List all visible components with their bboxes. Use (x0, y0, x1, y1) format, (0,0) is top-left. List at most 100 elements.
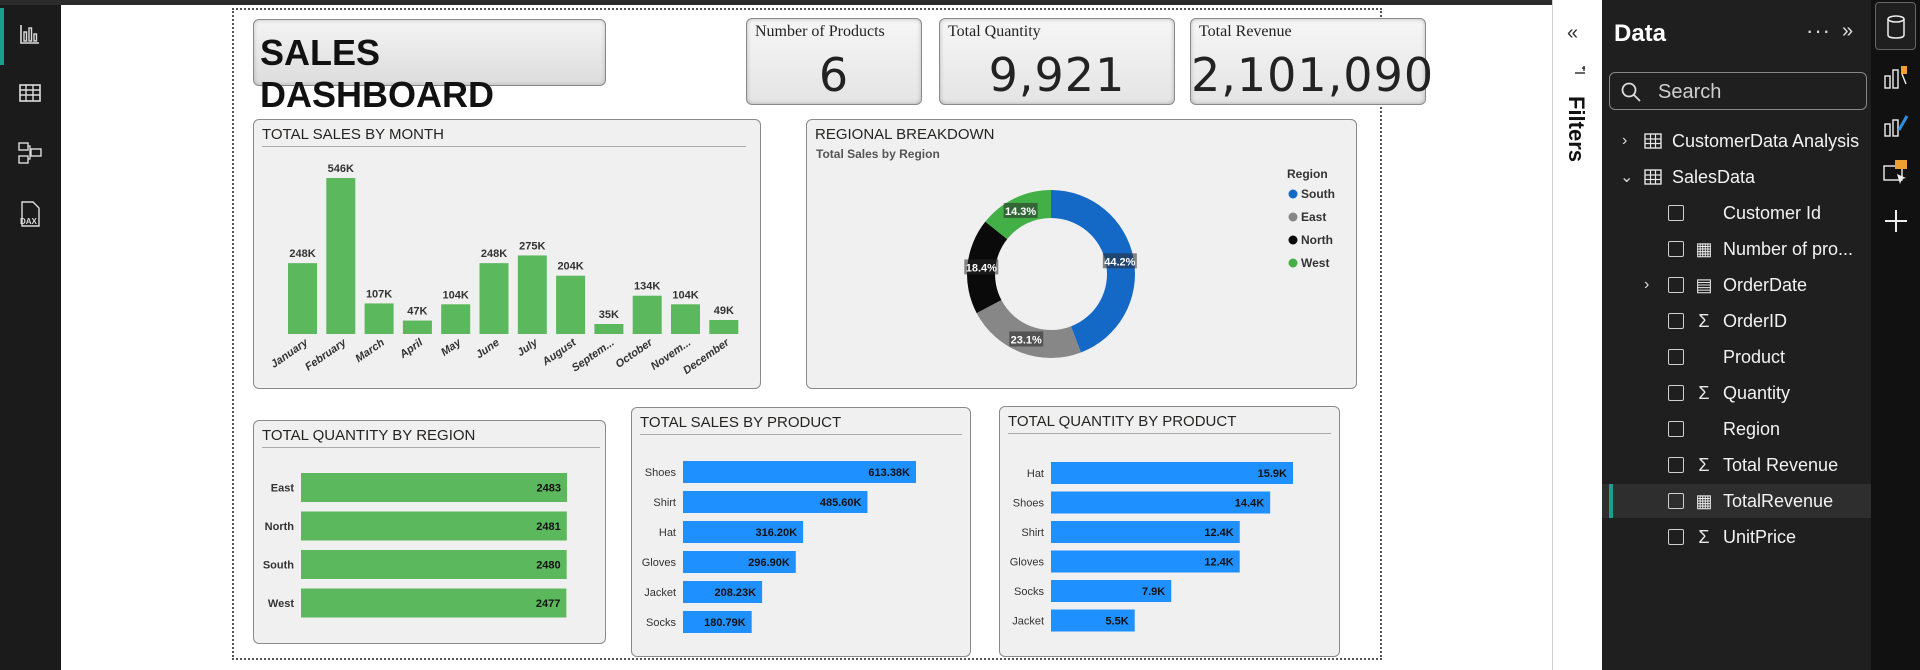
month-bar (517, 255, 547, 334)
bar-data-label: 12.4K (1204, 557, 1233, 569)
bar-data-label: 104K (672, 289, 698, 301)
field-row[interactable]: ▦ Number of pro... (1602, 232, 1871, 266)
field-row[interactable]: Σ OrderID (1602, 304, 1871, 338)
month-tick-label: Septem... (570, 337, 617, 375)
sales-by-month-visual[interactable]: TOTAL SALES BY MONTH 248K January 546K Febr… (253, 119, 761, 389)
add-pane-icon[interactable] (1881, 206, 1911, 236)
database-icon[interactable] (1881, 12, 1911, 42)
field-checkbox[interactable] (1668, 457, 1684, 473)
dashboard-title-card[interactable]: SALES DASHBOARD (253, 19, 606, 115)
kpi-card-quantity[interactable]: Total Quantity 9,921 (939, 18, 1175, 105)
month-bar (326, 178, 356, 334)
field-row[interactable]: Σ UnitPrice (1602, 520, 1871, 554)
bar-data-label: 134K (634, 281, 660, 293)
report-view-icon[interactable] (14, 18, 46, 50)
field-checkbox[interactable] (1668, 529, 1684, 545)
sigma-icon: Σ (1698, 526, 1710, 547)
category-label: Shirt (653, 497, 676, 509)
filter-funnel-icon (1573, 66, 1587, 83)
dax-query-view-icon[interactable]: DAX (14, 198, 46, 230)
category-label: Socks (1014, 586, 1044, 598)
field-checkbox[interactable] (1668, 385, 1684, 401)
collapse-filters-icon[interactable]: « (1567, 22, 1578, 45)
table-salesdata[interactable]: ⌄ SalesData (1602, 160, 1871, 194)
month-tick-label: July (515, 336, 541, 359)
bar-data-label: 208.23K (715, 587, 757, 599)
field-checkbox[interactable] (1668, 241, 1684, 257)
category-label: Socks (646, 617, 676, 629)
field-row[interactable]: Customer Id (1602, 196, 1871, 230)
field-name: OrderDate (1723, 274, 1808, 295)
bar-data-label: 180.79K (704, 617, 746, 629)
bar-data-label: 35K (599, 309, 619, 321)
month-bar (288, 263, 317, 334)
report-page[interactable]: SALES DASHBOARD Number of Products 6 Tot… (232, 8, 1433, 660)
bar-data-label: 204K (557, 261, 583, 273)
kpi-card-revenue[interactable]: Total Revenue 2,101,090 (1190, 18, 1435, 105)
field-row[interactable]: Σ Quantity (1602, 376, 1871, 410)
category-label: East (271, 483, 295, 495)
table-name: CustomerData Analysis (1672, 130, 1860, 151)
format-brush-icon[interactable] (1881, 110, 1911, 140)
regional-breakdown-visual[interactable]: REGIONAL BREAKDOWN Total Sales by Region… (806, 119, 1357, 389)
month-bar (671, 304, 700, 334)
donut-slice (1051, 190, 1135, 353)
quantity-by-region-visual[interactable]: TOTAL QUANTITY BY REGION East 2483 North 24… (253, 420, 606, 644)
bar-data-label: 15.9K (1258, 468, 1287, 480)
bar-data-label: 248K (481, 248, 507, 260)
field-checkbox[interactable] (1668, 277, 1684, 293)
field-row[interactable]: Σ Total Revenue (1602, 448, 1871, 482)
field-checkbox[interactable] (1668, 421, 1684, 437)
legend-item: West (1301, 256, 1329, 270)
search-input[interactable]: Search (1609, 72, 1867, 110)
field-checkbox[interactable] (1668, 313, 1684, 329)
legend-marker (1288, 189, 1298, 199)
more-options-icon[interactable]: ··· (1806, 18, 1831, 44)
month-tick-label: February (303, 336, 349, 373)
chevron-right-icon[interactable]: › (1644, 276, 1649, 294)
kpi-label: Total Revenue (1199, 23, 1292, 40)
hbar (301, 511, 567, 541)
kpi-value: 2,101,090 (1191, 48, 1435, 102)
kpi-card-products[interactable]: Number of Products 6 (746, 18, 922, 105)
model-view-icon[interactable] (14, 137, 46, 169)
bar-data-label: 275K (519, 240, 545, 252)
table-customerdata-analysis[interactable]: › CustomerData Analysis (1602, 124, 1871, 158)
month-bar (441, 304, 471, 334)
kpi-label: Number of Products (755, 23, 885, 40)
category-label: Jacket (644, 587, 676, 599)
category-label: Shoes (645, 467, 677, 479)
filters-label[interactable]: Filters (1563, 96, 1589, 162)
table-icon (1644, 133, 1662, 149)
table-icon (1644, 169, 1662, 185)
field-checkbox[interactable] (1668, 349, 1684, 365)
chevron-right-icon[interactable]: › (1622, 132, 1627, 150)
bar-data-label: 485.60K (820, 497, 862, 509)
quantity-by-product-visual[interactable]: TOTAL QUANTITY BY PRODUCT Hat 15.9K Shoes 1… (999, 406, 1340, 657)
category-label: West (268, 598, 294, 610)
field-row[interactable]: › ▤ OrderDate (1602, 268, 1871, 302)
top-strip (0, 0, 61, 5)
format-visual-icon[interactable] (1881, 62, 1911, 92)
filters-pane-collapsed[interactable]: « Filters (1552, 0, 1602, 670)
donut-slice (976, 300, 1081, 358)
field-row[interactable]: Region (1602, 412, 1871, 446)
select-visual-icon[interactable] (1881, 158, 1911, 188)
expand-pane-icon[interactable]: » (1842, 20, 1853, 43)
calendar-icon: ▤ (1695, 274, 1713, 295)
field-checkbox[interactable] (1668, 205, 1684, 221)
svg-text:DAX: DAX (20, 217, 38, 226)
hbar (301, 588, 567, 618)
field-row[interactable]: Product (1602, 340, 1871, 374)
field-row[interactable]: ▦ TotalRevenue (1602, 484, 1871, 518)
kpi-label: Total Quantity (948, 23, 1041, 40)
data-pane-title: Data (1614, 20, 1667, 47)
data-pane: Data ··· » Search › CustomerData Analysi… (1602, 0, 1871, 670)
field-name: UnitPrice (1723, 526, 1797, 547)
sales-by-product-visual[interactable]: TOTAL SALES BY PRODUCT Shoes 613.38K Shirt… (631, 407, 971, 657)
field-checkbox[interactable] (1668, 493, 1684, 509)
dashboard-title: SALES DASHBOARD (260, 32, 494, 115)
chevron-down-icon[interactable]: ⌄ (1620, 167, 1633, 187)
table-view-icon[interactable] (14, 77, 46, 109)
legend-item: East (1301, 210, 1326, 224)
